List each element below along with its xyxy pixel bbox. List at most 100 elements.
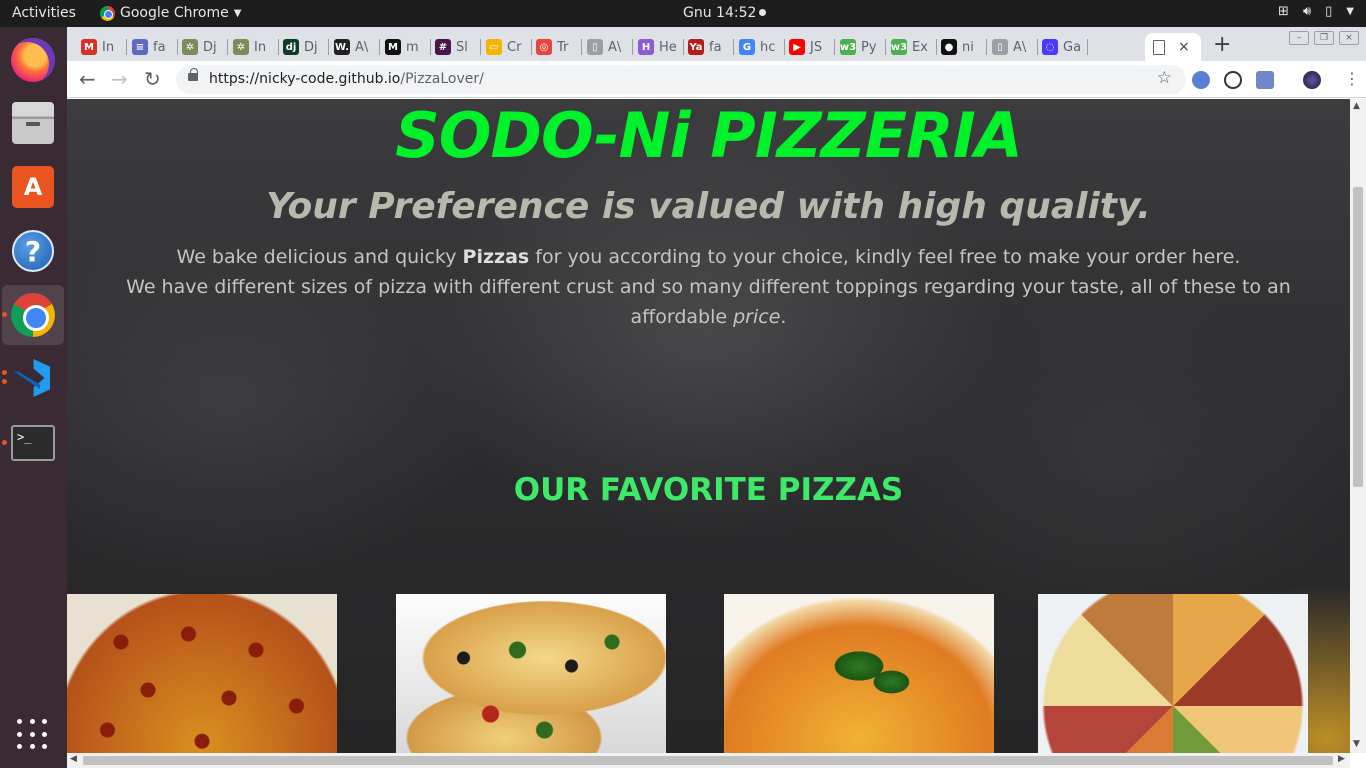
tab-label: fa [153,39,166,55]
vertical-scrollbar[interactable]: ▲ ▼ [1350,99,1366,753]
tab-3[interactable]: ✲ In [233,33,275,61]
scroll-up-icon[interactable]: ▲ [1353,101,1360,111]
w3-icon: w3 [891,39,907,55]
tab-label: Sl [456,39,468,55]
activities-button[interactable]: Activities [12,5,76,21]
tab-8[interactable]: ▭ Cr [486,33,528,61]
tab-label: JS [810,39,823,55]
dock-firefox[interactable] [2,30,64,90]
minimize-icon[interactable]: – [1289,31,1309,45]
django-icon: dj [283,39,299,55]
tab-19[interactable]: ◌ Ga [1042,33,1084,61]
dock-help[interactable]: ? [2,221,64,281]
menu-kebab-icon[interactable]: ⋮ [1344,69,1360,88]
tab-label: fa [709,39,722,55]
tab-separator [1087,39,1088,55]
veggie-pizza-image [396,594,666,753]
tab-13[interactable]: Ghc [739,33,781,61]
tab-separator [936,39,937,55]
tab-9[interactable]: ◎ Tr [536,33,578,61]
tab-4[interactable]: dj Dj [283,33,325,61]
tab-separator [480,39,481,55]
mixed-pizza-image [1038,594,1308,753]
intro-italic: price [733,306,781,328]
tab-16[interactable]: w3 Ex [891,33,933,61]
clock[interactable]: Gnu 14:52 [683,5,767,21]
tab-17[interactable]: ● ni [941,33,983,61]
tab-label: A\ [355,39,369,55]
margherita-pizza-image [724,594,994,753]
tab-separator [986,39,987,55]
tab-18[interactable]: ▯ A\ [992,33,1034,61]
chevron-down-icon: ▼ [233,7,242,19]
tab-15[interactable]: w3 Py [840,33,882,61]
dock-software[interactable]: A [2,157,64,217]
close-tab-icon[interactable]: × [1178,39,1190,55]
maximize-icon[interactable]: ❐ [1314,31,1334,45]
tab-label: Py [861,39,877,55]
dock-vscode[interactable] [2,348,64,408]
volume-icon: 🔊︎ [1302,4,1312,19]
dock: A ? >_ [0,27,67,768]
show-applications-icon[interactable] [17,719,49,751]
software-center-icon: A [12,166,54,208]
tab-active[interactable]: × [1145,33,1201,61]
docs-icon: ≡ [132,39,148,55]
bookmark-star-icon[interactable]: ☆ [1157,68,1172,88]
tab-strip: M In ≡ fa ✲ Dj ✲ In dj Dj W. A\ Mm # Sl ▭ Cr ◎ Tr ▯ A\ H He Ya f… [67,27,1366,61]
running-indicator [2,379,7,384]
extension-icon[interactable] [1192,71,1210,89]
extension-icon[interactable] [1224,71,1242,89]
scroll-left-icon[interactable]: ◀ [70,754,77,764]
scrollbar-thumb[interactable] [83,756,1333,765]
close-window-icon[interactable]: × [1339,31,1359,45]
tab-2[interactable]: ✲ Dj [182,33,224,61]
profile-avatar[interactable] [1303,71,1321,89]
tab-separator [1037,39,1038,55]
ya-icon: Ya [688,39,704,55]
spiral-icon: ◎ [536,39,552,55]
scroll-right-icon[interactable]: ▶ [1338,754,1345,764]
scrollbar-thumb[interactable] [1353,187,1363,487]
tab-separator [683,39,684,55]
tab-12[interactable]: Ya fa [688,33,730,61]
address-bar[interactable]: https://nicky-code.github.io/PizzaLover/… [176,65,1186,94]
system-top-bar: Activities Google Chrome ▼ Gnu 14:52 ⊞ 🔊… [0,0,1366,27]
horizontal-scrollbar[interactable]: ◀ ▶ [67,753,1350,768]
tab-separator [177,39,178,55]
dock-chrome[interactable] [2,285,64,345]
tab-6[interactable]: Mm [385,33,427,61]
back-icon[interactable]: ← [79,67,96,91]
tab-14[interactable]: ▶ JS [789,33,831,61]
tab-0[interactable]: M In [81,33,123,61]
new-tab-button[interactable]: + [1213,32,1231,57]
forward-icon[interactable]: → [111,67,128,91]
tab-label: Dj [304,39,318,55]
tab-11[interactable]: H He [638,33,680,61]
tab-7[interactable]: # Sl [435,33,477,61]
scroll-down-icon[interactable]: ▼ [1353,739,1360,749]
tab-label: hc [760,39,776,55]
dock-terminal[interactable]: >_ [2,413,64,473]
favorites-heading: OUR FAVORITE PIZZAS [513,472,904,508]
dock-files[interactable] [2,93,64,153]
tab-1[interactable]: ≡ fa [132,33,174,61]
tab-separator [328,39,329,55]
tab-separator [430,39,431,55]
lock-icon [188,68,198,81]
tab-label: Cr [507,39,522,55]
tab-separator [885,39,886,55]
tab-5[interactable]: W. A\ [334,33,376,61]
app-menu[interactable]: Google Chrome ▼ [100,5,241,21]
tab-10[interactable]: ▯ A\ [587,33,629,61]
browser-window: M In ≡ fa ✲ Dj ✲ In dj Dj W. A\ Mm # Sl ▭ Cr ◎ Tr ▯ A\ H He Ya f… [67,27,1366,768]
intro-highlight: Pizzas [462,246,530,268]
browser-toolbar: ← → ↻ https://nicky-code.github.io/Pizza… [67,61,1366,98]
github-icon: ● [941,39,957,55]
reload-icon[interactable]: ↻ [144,67,161,91]
running-indicator [2,370,7,375]
system-tray[interactable]: ⊞ 🔊︎ ▯ ▼ [1278,4,1354,19]
tab-label: Dj [203,39,217,55]
extension-icon[interactable] [1256,71,1274,89]
running-indicator [2,312,7,317]
